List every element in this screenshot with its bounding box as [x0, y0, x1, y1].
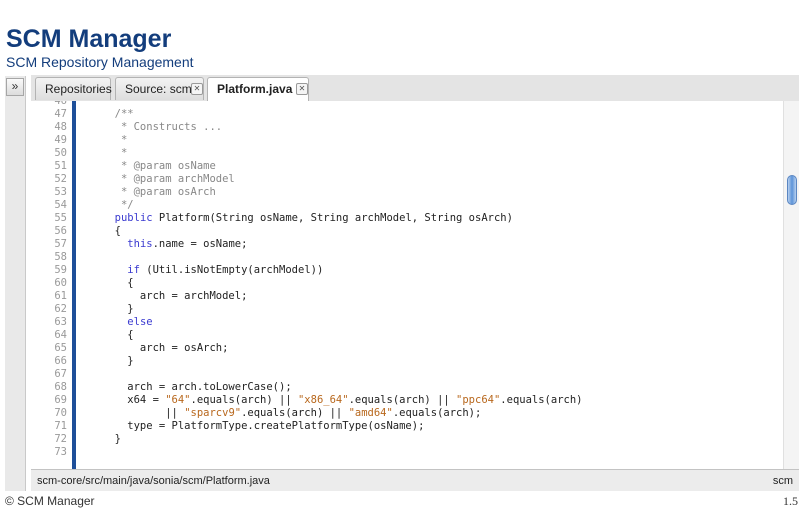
editor-scrollbar[interactable]	[783, 101, 799, 469]
code-line: arch = arch.toLowerCase();	[102, 381, 292, 393]
line-number: 72	[54, 433, 67, 445]
gutter-divider	[72, 101, 76, 469]
code-line: type = PlatformType.createPlatformType(o…	[102, 420, 425, 432]
line-number: 62	[54, 303, 67, 315]
line-number: 47	[54, 108, 67, 120]
code-line: arch = archModel;	[102, 290, 248, 302]
source-code-viewer[interactable]: 46 47 48 49 50 51 52 53 54 55 56 57 58 59 60 61 62 63 64 65…	[31, 101, 799, 469]
code-line: * Constructs ...	[102, 121, 223, 133]
close-icon[interactable]: ✕	[191, 83, 203, 95]
line-number: 49	[54, 134, 67, 146]
line-number: 55	[54, 212, 67, 224]
line-number: 64	[54, 329, 67, 341]
file-path: scm-core/src/main/java/sonia/scm/Platfor…	[37, 475, 270, 487]
code-line: * @param archModel	[102, 173, 235, 185]
code-line: else	[127, 316, 153, 328]
expand-panel-button[interactable]: »	[6, 78, 24, 96]
line-number: 69	[54, 394, 67, 406]
line-number: 61	[54, 290, 67, 302]
code-line: * @param osArch	[102, 186, 216, 198]
line-number: 51	[54, 160, 67, 172]
line-number: 68	[54, 381, 67, 393]
code-line: public Platform(String osName, String ar…	[114, 212, 513, 224]
code-line: || "sparcv9".equals(arch) || "amd64".equ…	[102, 407, 482, 419]
code-line: }	[102, 303, 134, 315]
line-number: 52	[54, 173, 67, 185]
line-number: 58	[54, 251, 67, 263]
line-number: 60	[54, 277, 67, 289]
line-number: 59	[54, 264, 67, 276]
line-number: 46	[54, 101, 67, 107]
code-line: {	[102, 329, 134, 341]
line-number: 57	[54, 238, 67, 250]
tab-label: Repositories	[45, 82, 112, 96]
app-header: SCM Manager SCM Repository Management	[0, 0, 799, 75]
code-line: *	[102, 134, 128, 146]
line-number: 73	[54, 446, 67, 458]
line-number: 48	[54, 121, 67, 133]
code-line: * @param osName	[102, 160, 216, 172]
line-number: 71	[54, 420, 67, 432]
code-line: {	[102, 277, 134, 289]
collapsed-navigation-panel	[5, 76, 26, 491]
line-number: 50	[54, 147, 67, 159]
line-number: 54	[54, 199, 67, 211]
line-number: 67	[54, 368, 67, 380]
app-title: SCM Manager	[6, 25, 172, 53]
code-line: *	[102, 147, 128, 159]
tab-source-scm[interactable]: Source: scm ✕	[115, 77, 204, 100]
line-number: 56	[54, 225, 67, 237]
version-label: 1.5	[783, 494, 798, 508]
tab-label: Platform.java	[217, 82, 293, 96]
app-subtitle: SCM Repository Management	[6, 54, 194, 70]
code-line: }	[102, 355, 134, 367]
tab-repositories[interactable]: Repositories	[35, 77, 112, 100]
close-icon[interactable]: ✕	[296, 83, 308, 95]
line-number-gutter: 46 47 48 49 50 51 52 53 54 55 56 57 58 59 60 61 62 63 64 65…	[31, 101, 71, 469]
code-line: }	[102, 433, 121, 445]
status-bar: scm-core/src/main/java/sonia/scm/Platfor…	[31, 469, 799, 492]
tab-label: Source: scm	[125, 82, 192, 96]
code-line: /**	[102, 108, 134, 120]
double-chevron-right-icon: »	[11, 79, 19, 93]
line-number: 65	[54, 342, 67, 354]
copyright-text: © SCM Manager	[5, 494, 95, 508]
line-number: 70	[54, 407, 67, 419]
code-line: this.name = osName;	[127, 238, 248, 250]
page-footer: © SCM Manager 1.5	[0, 491, 799, 513]
line-number: 66	[54, 355, 67, 367]
tab-bar: Repositories Source: scm ✕ Platform.java…	[31, 75, 799, 102]
code-line: {	[102, 225, 121, 237]
scrollbar-thumb[interactable]	[787, 175, 797, 205]
line-number: 53	[54, 186, 67, 198]
code-line: if (Util.isNotEmpty(archModel))	[127, 264, 324, 276]
code-line: arch = osArch;	[102, 342, 229, 354]
code-line: */	[102, 199, 134, 211]
code-line: x64 = "64".equals(arch) || "x86_64".equa…	[102, 394, 583, 406]
tab-platform-java[interactable]: Platform.java ✕	[207, 77, 309, 102]
repository-name: scm	[772, 475, 793, 487]
line-number: 63	[54, 316, 67, 328]
